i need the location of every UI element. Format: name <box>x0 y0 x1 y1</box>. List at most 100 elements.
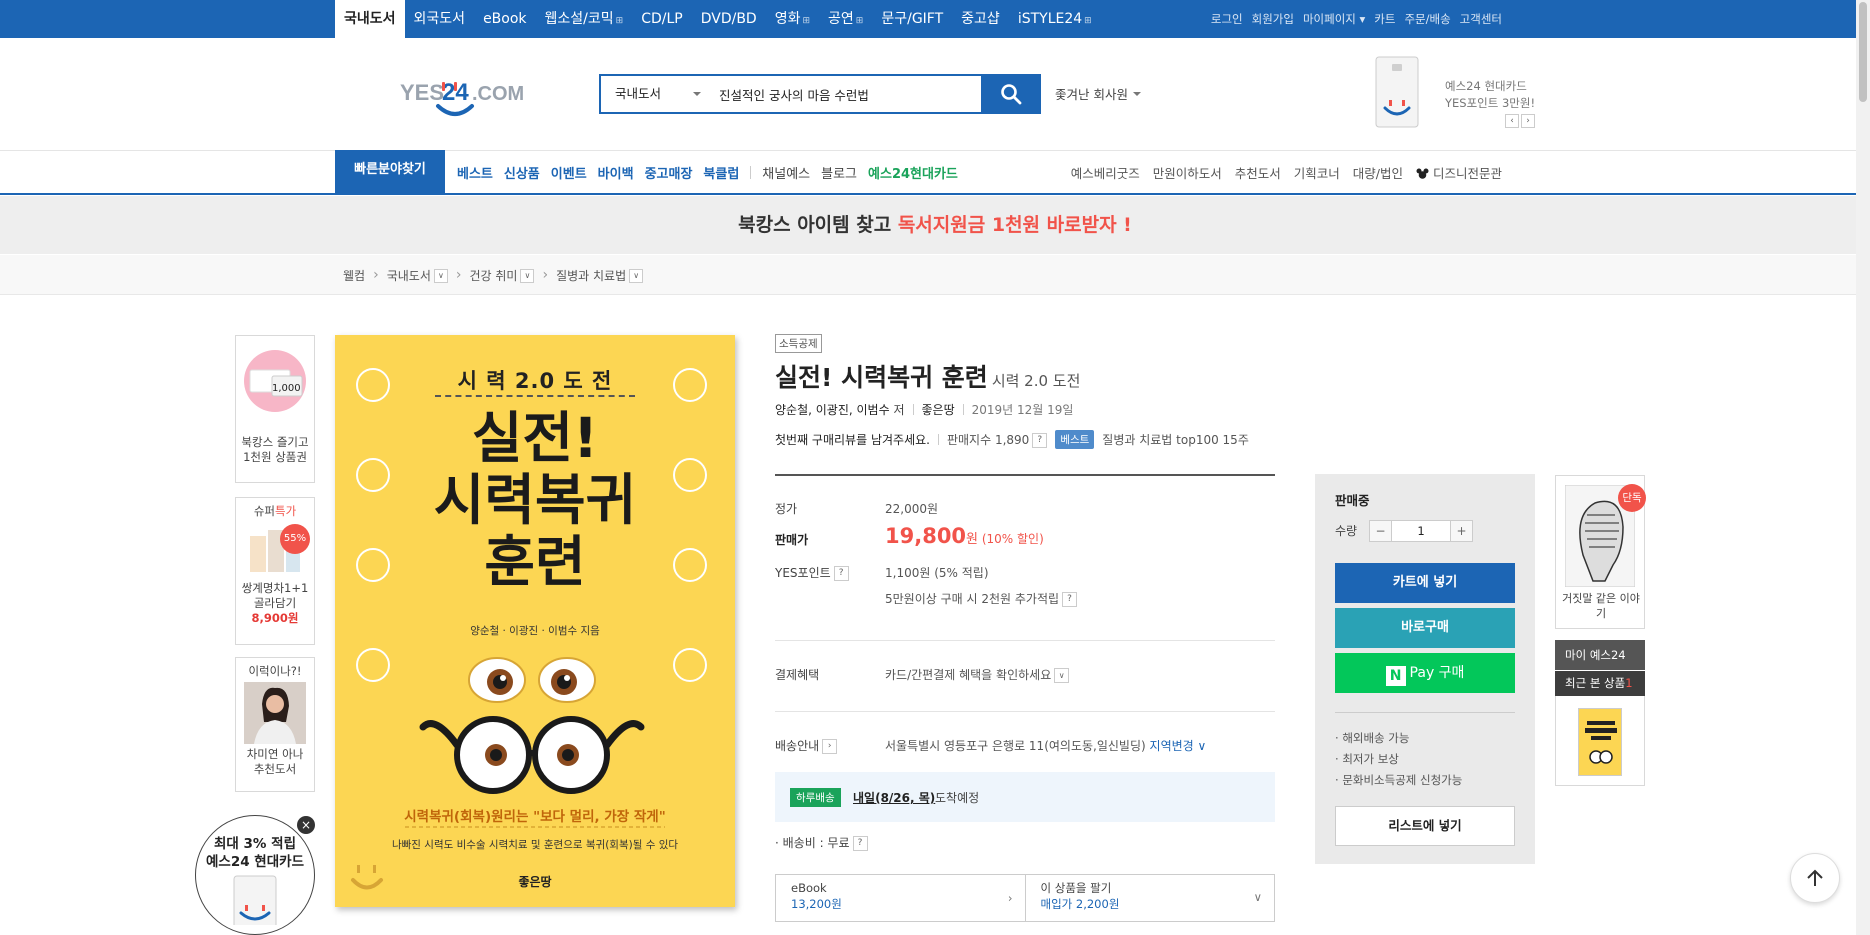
region-change-link[interactable]: 지역변경 ∨ <box>1150 739 1207 753</box>
my-yes24-button[interactable]: 마이 예스24 <box>1555 640 1645 670</box>
nav-new[interactable]: 신상품 <box>504 163 540 182</box>
utility-link[interactable]: 고객센터 <box>1460 11 1502 27</box>
publisher-name[interactable]: 좋은땅 <box>922 401 955 418</box>
help-icon[interactable]: ? <box>852 836 868 851</box>
close-icon[interactable]: × <box>297 816 315 834</box>
side-promo-recommend[interactable]: 이럭이나?! 차미연 아나 추천도서 <box>235 657 315 792</box>
nav-hyundai-card[interactable]: 예스24현대카드 <box>868 163 958 182</box>
delivery-date[interactable]: 내일(8/26, 목) <box>853 789 935 806</box>
card-ad-line1: 예스24 현대카드 <box>1445 79 1527 93</box>
qty-value[interactable]: 1 <box>1392 521 1450 541</box>
prev-arrow-icon[interactable]: ‹ <box>1505 114 1519 128</box>
utility-link[interactable]: 로그인 <box>1211 11 1243 27</box>
crumb-home[interactable]: 웰컴 <box>343 267 365 284</box>
chevron-down-icon[interactable]: ∨ <box>433 269 448 283</box>
author-names[interactable]: 양순철, 이광진, 이범수 저 <box>775 401 905 418</box>
next-arrow-icon[interactable]: › <box>1521 114 1535 128</box>
nav-recommended[interactable]: 추천도서 <box>1235 163 1281 182</box>
category-tab[interactable]: 중고샵 <box>952 0 1009 38</box>
help-icon[interactable]: ? <box>833 566 849 581</box>
recent-item-thumbnail[interactable] <box>1578 708 1622 776</box>
nav-under-10000[interactable]: 만원이하도서 <box>1153 163 1222 182</box>
delivery-estimate-box: 하루배송 내일(8/26, 목) 도착예정 <box>775 772 1275 822</box>
scrollbar-thumb[interactable] <box>1859 2 1867 102</box>
help-icon[interactable]: ? <box>1032 433 1048 448</box>
search-category-select[interactable]: 국내도서 <box>601 76 711 112</box>
chevron-down-icon[interactable]: ∨ <box>520 269 535 283</box>
nav-disney[interactable]: 디즈니전문관 <box>1416 163 1502 182</box>
nav-bulk-order[interactable]: 대량/법인 <box>1353 163 1403 182</box>
nav-bookclub[interactable]: 북클럽 <box>703 163 739 182</box>
nav-used-store[interactable]: 중고매장 <box>645 163 693 182</box>
scroll-to-top-button[interactable] <box>1790 853 1840 903</box>
side-promo-super-deal[interactable]: 슈퍼특가 55% 쌍계명차1+1 골라담기 8,900원 <box>235 497 315 645</box>
nav-buyback[interactable]: 바이백 <box>598 163 634 182</box>
search-button[interactable] <box>981 74 1041 114</box>
qty-plus-button[interactable]: + <box>1450 521 1472 541</box>
book-cover[interactable]: 시 력 2.0 도 전 실전! 시력복귀 훈련 양순철 · 이광진 · 이범수 … <box>335 335 735 907</box>
scrollbar[interactable] <box>1856 0 1870 935</box>
category-tab-label: 외국도서 <box>413 11 466 27</box>
nav-blog[interactable]: 블로그 <box>821 163 857 182</box>
promo-banner[interactable]: 북캉스 아이템 찾고 독서지원금 1천원 바로받자 ! <box>0 196 1870 254</box>
buy-note-overseas: · 해외배송 가능 <box>1335 731 1410 745</box>
category-tab[interactable]: 문구/GIFT <box>872 0 952 38</box>
nav-goods[interactable]: 예스베리굿즈 <box>1071 163 1140 182</box>
nav-best[interactable]: 베스트 <box>457 163 493 182</box>
category-tab[interactable]: 외국도서 <box>405 0 475 38</box>
card-circle-promo[interactable]: 최대 3% 적립 예스24 현대카드 <box>195 815 315 935</box>
card-circle-line2: 예스24 현대카드 <box>205 854 304 870</box>
recent-items-header[interactable]: 최근 본 상품1 <box>1555 671 1645 696</box>
nav-channel-yes[interactable]: 채널예스 <box>762 163 810 182</box>
nav-event[interactable]: 이벤트 <box>551 163 587 182</box>
promo1-line2: 1천원 상품권 <box>243 450 307 464</box>
search-input[interactable] <box>711 76 981 112</box>
sale-price-unit: 원 <box>966 532 979 547</box>
delivery-arrive: 도착예정 <box>935 791 980 805</box>
ebook-option[interactable]: eBook 13,200원 › <box>776 875 1025 921</box>
search-suggestion[interactable]: 좇겨난 회사원 <box>1055 84 1141 103</box>
help-icon[interactable]: ? <box>1062 592 1078 607</box>
add-to-wishlist-button[interactable]: 리스트에 넣기 <box>1335 806 1515 846</box>
quick-category-button[interactable]: 빠른분야찾기 <box>335 150 445 194</box>
utility-link[interactable]: 회원가입 <box>1252 11 1294 27</box>
nav-disney-label: 디즈니전문관 <box>1432 165 1502 181</box>
card-ad-image[interactable] <box>1375 56 1419 128</box>
category-tab[interactable]: iSTYLE24 ⊞ <box>1009 0 1101 38</box>
chevron-down-icon[interactable]: ∨ <box>629 269 644 283</box>
best-rank[interactable]: 질병과 치료법 top100 15주 <box>1102 431 1249 448</box>
pay-benefit[interactable]: 카드/간편결제 혜택을 확인하세요 ∨ <box>885 666 1070 683</box>
utility-link[interactable]: 주문/배송 <box>1404 11 1450 27</box>
chevron-down-icon[interactable]: ∨ <box>1054 668 1070 683</box>
nav-special-corner[interactable]: 기획코너 <box>1294 163 1340 182</box>
utility-link[interactable]: 카트 <box>1374 11 1395 27</box>
review-prompt[interactable]: 첫번째 구매리뷰를 남겨주세요. <box>775 431 930 448</box>
category-tab[interactable]: CD/LP <box>632 0 692 38</box>
arrow-right-icon[interactable]: › <box>822 739 838 754</box>
category-tab[interactable]: eBook <box>474 0 535 38</box>
crumb-disease[interactable]: 질병과 치료법 ∨ <box>556 267 644 284</box>
sale-price-label: 판매가 <box>775 533 809 547</box>
plus-icon: ⊞ <box>855 16 864 26</box>
buy-now-button[interactable]: 바로구매 <box>1335 608 1515 648</box>
breadcrumb-bar <box>0 255 1870 295</box>
category-tab[interactable]: 공연 ⊞ <box>819 0 872 38</box>
yes24-logo[interactable]: YES 24 .COM <box>400 78 538 122</box>
sell-option[interactable]: 이 상품을 팔기 매입가 2,200원 ∨ <box>1024 875 1275 921</box>
npay-button[interactable]: N Pay 구매 <box>1335 653 1515 693</box>
category-tab[interactable]: 국내도서 <box>335 0 405 38</box>
gift-card-image <box>244 350 306 412</box>
side-promo-bookcation[interactable]: 1,000 북캉스 즐기고 1천원 상품권 <box>235 335 315 483</box>
qty-minus-button[interactable]: − <box>1370 521 1392 541</box>
category-tab[interactable]: 영화 ⊞ <box>766 0 819 38</box>
category-tab[interactable]: 웹소설/코믹 ⊞ <box>536 0 633 38</box>
card-ad-nav: ‹ › <box>1505 114 1535 128</box>
right-promo-book[interactable]: 단독 거짓말 같은 이야기 <box>1555 475 1646 629</box>
utility-link[interactable]: 마이페이지 ▾ <box>1303 11 1365 27</box>
category-tab[interactable]: DVD/BD <box>692 0 766 38</box>
crumb-domestic[interactable]: 국내도서 ∨ <box>387 267 448 284</box>
product-subtitle: 시력 2.0 도전 <box>991 372 1081 390</box>
crumb-health[interactable]: 건강 취미 ∨ <box>469 267 535 284</box>
add-to-cart-button[interactable]: 카트에 넣기 <box>1335 563 1515 603</box>
card-ad-text[interactable]: 예스24 현대카드 YES포인트 3만원! <box>1445 78 1535 112</box>
